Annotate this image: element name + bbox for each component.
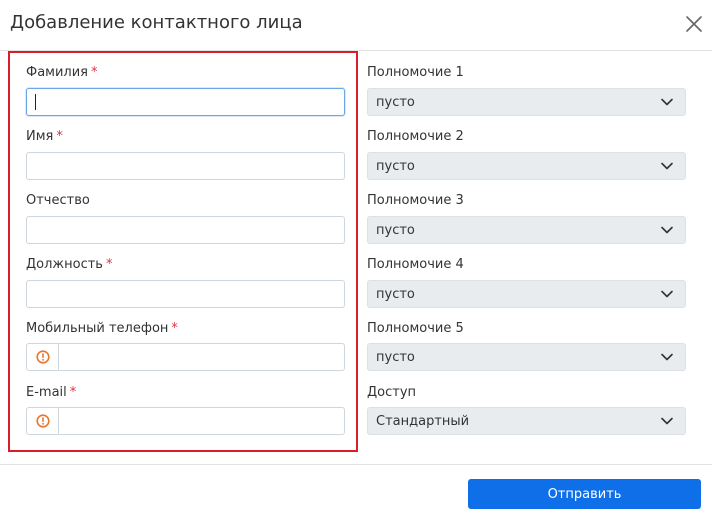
warning-circle-icon: [27, 408, 59, 434]
permission-3-value: пусто: [376, 223, 415, 238]
permission-1-label: Полномочие 1: [367, 65, 464, 80]
mobile-field[interactable]: [59, 344, 344, 370]
name-field[interactable]: [27, 153, 344, 179]
permission-3-label: Полномочие 3: [367, 193, 464, 208]
warning-circle-icon: [27, 344, 59, 370]
surname-input[interactable]: [26, 88, 345, 116]
permission-2-value: пусто: [376, 159, 415, 174]
patronymic-label: Отчество: [26, 193, 90, 208]
mobile-input[interactable]: [26, 343, 345, 371]
permission-2-select[interactable]: пусто: [367, 152, 686, 180]
close-icon[interactable]: [684, 14, 704, 34]
permission-4-label: Полномочие 4: [367, 257, 464, 272]
name-label: Имя *: [26, 129, 63, 144]
permission-5-label: Полномочие 5: [367, 321, 464, 336]
submit-button[interactable]: Отправить: [468, 479, 701, 509]
mobile-label: Мобильный телефон *: [26, 321, 178, 336]
email-label: E-mail *: [26, 385, 77, 400]
permission-1-value: пусто: [376, 95, 415, 110]
text-caret: [35, 94, 36, 110]
chevron-down-icon: [661, 98, 673, 106]
dialog-title: Добавление контактного лица: [10, 12, 303, 33]
chevron-down-icon: [661, 162, 673, 170]
chevron-down-icon: [661, 290, 673, 298]
dialog-header: Добавление контактного лица: [0, 0, 712, 51]
email-input[interactable]: [26, 407, 345, 435]
permission-5-value: пусто: [376, 350, 415, 365]
chevron-down-icon: [661, 353, 673, 361]
email-field[interactable]: [59, 408, 344, 434]
position-label: Должность *: [26, 257, 113, 272]
permission-2-label: Полномочие 2: [367, 129, 464, 144]
required-mark: *: [171, 321, 178, 336]
access-value: Стандартный: [376, 414, 470, 429]
permission-3-select[interactable]: пусто: [367, 216, 686, 244]
access-label: Доступ: [367, 385, 417, 400]
position-input[interactable]: [26, 280, 345, 308]
patronymic-field[interactable]: [27, 217, 344, 243]
required-mark: *: [69, 385, 77, 400]
access-select[interactable]: Стандартный: [367, 407, 686, 435]
required-mark: *: [56, 129, 63, 144]
permission-4-select[interactable]: пусто: [367, 280, 686, 308]
permission-1-select[interactable]: пусто: [367, 88, 686, 116]
permission-4-value: пусто: [376, 287, 415, 302]
permission-5-select[interactable]: пусто: [367, 343, 686, 371]
required-mark: *: [91, 65, 98, 80]
position-field[interactable]: [27, 281, 344, 307]
footer-divider: [0, 464, 712, 465]
patronymic-input[interactable]: [26, 216, 345, 244]
chevron-down-icon: [661, 226, 673, 234]
name-input[interactable]: [26, 152, 345, 180]
surname-label: Фамилия *: [26, 65, 98, 80]
required-mark: *: [105, 257, 113, 272]
chevron-down-icon: [661, 417, 673, 425]
surname-field[interactable]: [27, 89, 344, 115]
